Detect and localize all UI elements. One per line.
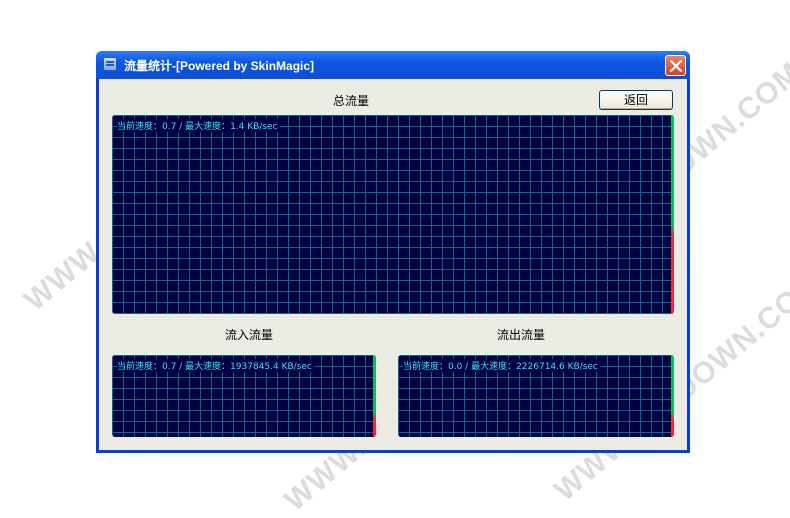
total-level-indicator bbox=[671, 115, 674, 314]
inbound-traffic-status: 当前速度：0.7 / 最大速度：1937845.4 KB/sec bbox=[117, 359, 314, 372]
inbound-traffic-graph: 当前速度：0.7 / 最大速度：1937845.4 KB/sec bbox=[112, 355, 376, 437]
title-bar[interactable]: 流量统计-[Powered by SkinMagic] bbox=[96, 51, 690, 79]
app-window-icon bbox=[103, 57, 117, 71]
total-traffic-status: 当前速度：0.7 / 最大速度：1.4 KB/sec bbox=[117, 119, 280, 132]
inbound-level-indicator bbox=[373, 355, 376, 437]
inbound-traffic-title: 流入流量 bbox=[225, 328, 274, 342]
total-traffic-title: 总流量 bbox=[333, 94, 370, 108]
window-content: 总流量 返回 当前速度：0.7 / 最大速度：1.4 KB/sec 流入流量 流… bbox=[99, 79, 687, 450]
outbound-level-indicator bbox=[671, 355, 674, 437]
total-traffic-graph: 当前速度：0.7 / 最大速度：1.4 KB/sec bbox=[112, 115, 674, 314]
outbound-traffic-graph: 当前速度：0.0 / 最大速度：2226714.6 KB/sec bbox=[398, 355, 674, 437]
back-button[interactable]: 返回 bbox=[599, 90, 673, 110]
outbound-traffic-status: 当前速度：0.0 / 最大速度：2226714.6 KB/sec bbox=[403, 359, 600, 372]
window-title: 流量统计-[Powered by SkinMagic] bbox=[124, 59, 315, 73]
outbound-traffic-title: 流出流量 bbox=[497, 328, 546, 342]
close-button[interactable] bbox=[665, 55, 686, 76]
close-icon bbox=[670, 60, 682, 72]
traffic-stats-window: 流量统计-[Powered by SkinMagic] 总流量 返回 当前速度：… bbox=[96, 51, 690, 453]
